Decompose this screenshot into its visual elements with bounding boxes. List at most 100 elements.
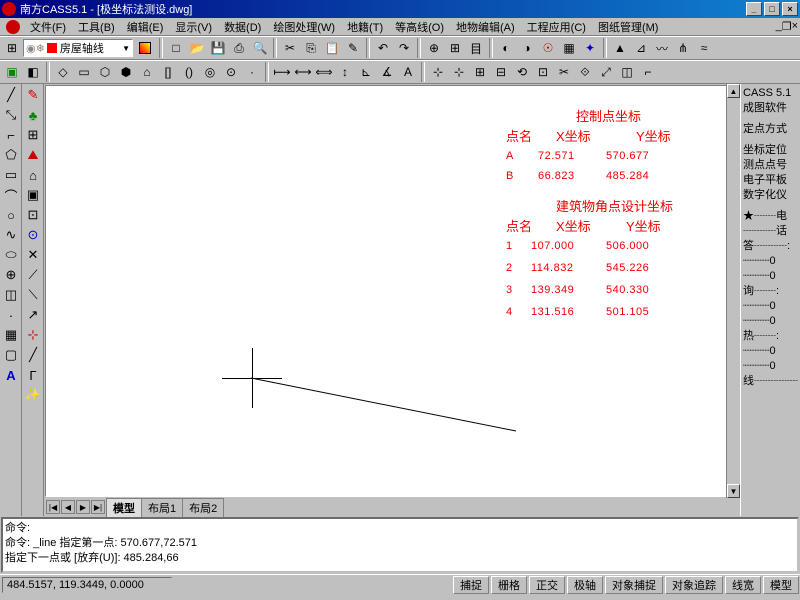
tool-icon[interactable]: ⊕ — [424, 38, 444, 58]
menu-edit[interactable]: 编辑(E) — [121, 18, 170, 36]
cass-icon[interactable]: Γ — [23, 365, 43, 385]
tool-icon[interactable]: ◇ — [53, 62, 73, 82]
tool-icon[interactable]: ⌂ — [137, 62, 157, 82]
mod-icon[interactable]: ⟲ — [512, 62, 532, 82]
redo-icon[interactable]: ↷ — [394, 38, 414, 58]
tool-icon[interactable]: ⊿ — [631, 38, 651, 58]
menu-draw[interactable]: 绘图处理(W) — [267, 18, 341, 36]
osnap-toggle[interactable]: 对象捕捉 — [605, 576, 663, 594]
match-icon[interactable]: ✎ — [343, 38, 363, 58]
new-icon[interactable]: □ — [166, 38, 186, 58]
region-icon[interactable]: ▢ — [1, 345, 21, 365]
polygon-icon[interactable]: ⬠ — [1, 145, 21, 165]
menu-engineering[interactable]: 工程应用(C) — [521, 18, 592, 36]
grid-toggle[interactable]: 栅格 — [491, 576, 527, 594]
tool-icon[interactable]: ⋔ — [673, 38, 693, 58]
layer-dropdown[interactable]: ◉❄房屋轴线▼ — [23, 39, 133, 57]
doc-close-button[interactable]: × — [792, 20, 798, 33]
paste-icon[interactable]: 📋 — [322, 38, 342, 58]
lwt-toggle[interactable]: 线宽 — [725, 576, 761, 594]
print-icon[interactable]: ⎙ — [229, 38, 249, 58]
insert-icon[interactable]: ⊕ — [1, 265, 21, 285]
line-icon[interactable]: ╱ — [1, 85, 21, 105]
cass-icon[interactable]: ⛰ — [23, 145, 43, 165]
cass-icon[interactable]: ▣ — [23, 185, 43, 205]
dim-icon[interactable]: ⟺ — [314, 62, 334, 82]
tool-icon[interactable]: () — [179, 62, 199, 82]
doc-restore-button[interactable]: ❐ — [782, 20, 792, 33]
tab-next-icon[interactable]: ▶ — [76, 500, 90, 514]
cass-icon[interactable]: ✨ — [23, 385, 43, 405]
cass-icon[interactable]: ♣ — [23, 105, 43, 125]
menu-drawing-mgmt[interactable]: 图纸管理(M) — [592, 18, 665, 36]
mod-icon[interactable]: ⊹ — [449, 62, 469, 82]
mod-icon[interactable]: ⊞ — [470, 62, 490, 82]
tool-icon[interactable]: ☉ — [538, 38, 558, 58]
ortho-toggle[interactable]: 正交 — [529, 576, 565, 594]
cass-icon[interactable]: ⊡ — [23, 205, 43, 225]
cass-icon[interactable]: ⌂ — [23, 165, 43, 185]
tool-icon[interactable]: 〰 — [652, 38, 672, 58]
tab-layout1[interactable]: 布局1 — [141, 498, 183, 517]
tool-icon[interactable]: ⬢ — [116, 62, 136, 82]
color-icon[interactable] — [134, 38, 156, 58]
cass-icon[interactable]: ⟍ — [23, 285, 43, 305]
mod-icon[interactable]: ⤢ — [596, 62, 616, 82]
tab-prev-icon[interactable]: ◀ — [61, 500, 75, 514]
panel-text[interactable]: 数字化仪 — [743, 188, 798, 203]
cass-icon[interactable]: ✕ — [23, 245, 43, 265]
command-line[interactable]: 命令: 命令: _line 指定第一点: 570.677,72.571 指定下一… — [1, 517, 799, 573]
tool-icon[interactable]: · — [242, 62, 262, 82]
close-button[interactable]: × — [782, 2, 798, 16]
mod-icon[interactable]: ◫ — [617, 62, 637, 82]
dim-icon[interactable]: ∡ — [377, 62, 397, 82]
menu-data[interactable]: 数据(D) — [218, 18, 267, 36]
tool-icon[interactable]: ◎ — [200, 62, 220, 82]
save-icon[interactable]: 💾 — [208, 38, 228, 58]
menu-cadastre[interactable]: 地籍(T) — [341, 18, 389, 36]
mod-icon[interactable]: ⊡ — [533, 62, 553, 82]
cass-icon[interactable]: ↗ — [23, 305, 43, 325]
tool-icon[interactable]: ◑ — [517, 38, 537, 58]
mod-icon[interactable]: ⊟ — [491, 62, 511, 82]
preview-icon[interactable]: 🔍 — [250, 38, 270, 58]
xline-icon[interactable]: ⤡ — [1, 105, 21, 125]
minimize-button[interactable]: _ — [746, 2, 762, 16]
snap-toggle[interactable]: 捕捉 — [453, 576, 489, 594]
drawing-canvas[interactable]: 控制点坐标 点名 X坐标 Y坐标 A 72.571 570.677 B 66.8… — [45, 85, 739, 497]
tool-icon[interactable]: ▭ — [74, 62, 94, 82]
polar-toggle[interactable]: 极轴 — [567, 576, 603, 594]
ellipse-icon[interactable]: ⬭ — [1, 245, 21, 265]
otrack-toggle[interactable]: 对象追踪 — [665, 576, 723, 594]
tab-model[interactable]: 模型 — [106, 498, 142, 517]
cass-icon[interactable]: ⊹ — [23, 325, 43, 345]
block-icon[interactable]: ◫ — [1, 285, 21, 305]
mod-icon[interactable]: ⟐ — [575, 62, 595, 82]
tool-icon[interactable]: ⊙ — [221, 62, 241, 82]
tool-icon[interactable]: ▦ — [559, 38, 579, 58]
copy-icon[interactable]: ⎘ — [301, 38, 321, 58]
cass-icon[interactable]: ╱ — [23, 345, 43, 365]
spline-icon[interactable]: ∿ — [1, 225, 21, 245]
dim-icon[interactable]: ⟷ — [293, 62, 313, 82]
panel-text[interactable]: 测点点号 — [743, 158, 798, 173]
menu-file[interactable]: 文件(F) — [24, 18, 72, 36]
tool-icon[interactable]: ▣ — [2, 62, 22, 82]
layer-manager-icon[interactable]: ⊞ — [2, 38, 22, 58]
tool-icon[interactable]: ✦ — [580, 38, 600, 58]
open-icon[interactable]: 📂 — [187, 38, 207, 58]
tool-icon[interactable]: ▲ — [610, 38, 630, 58]
menu-obj-edit[interactable]: 地物编辑(A) — [450, 18, 521, 36]
pline-icon[interactable]: ⌐ — [1, 125, 21, 145]
mod-icon[interactable]: ⌐ — [638, 62, 658, 82]
menu-tools[interactable]: 工具(B) — [72, 18, 121, 36]
tool-icon[interactable]: ◧ — [23, 62, 43, 82]
arc-icon[interactable]: ⌒ — [1, 185, 21, 205]
dim-icon[interactable]: ⟼ — [272, 62, 292, 82]
panel-text[interactable]: 定点方式 — [743, 122, 798, 137]
circle-icon[interactable]: ○ — [1, 205, 21, 225]
mod-icon[interactable]: ✂ — [554, 62, 574, 82]
menu-view[interactable]: 显示(V) — [169, 18, 218, 36]
panel-text[interactable]: 电子平板 — [743, 173, 798, 188]
tool-icon[interactable]: ⬡ — [95, 62, 115, 82]
